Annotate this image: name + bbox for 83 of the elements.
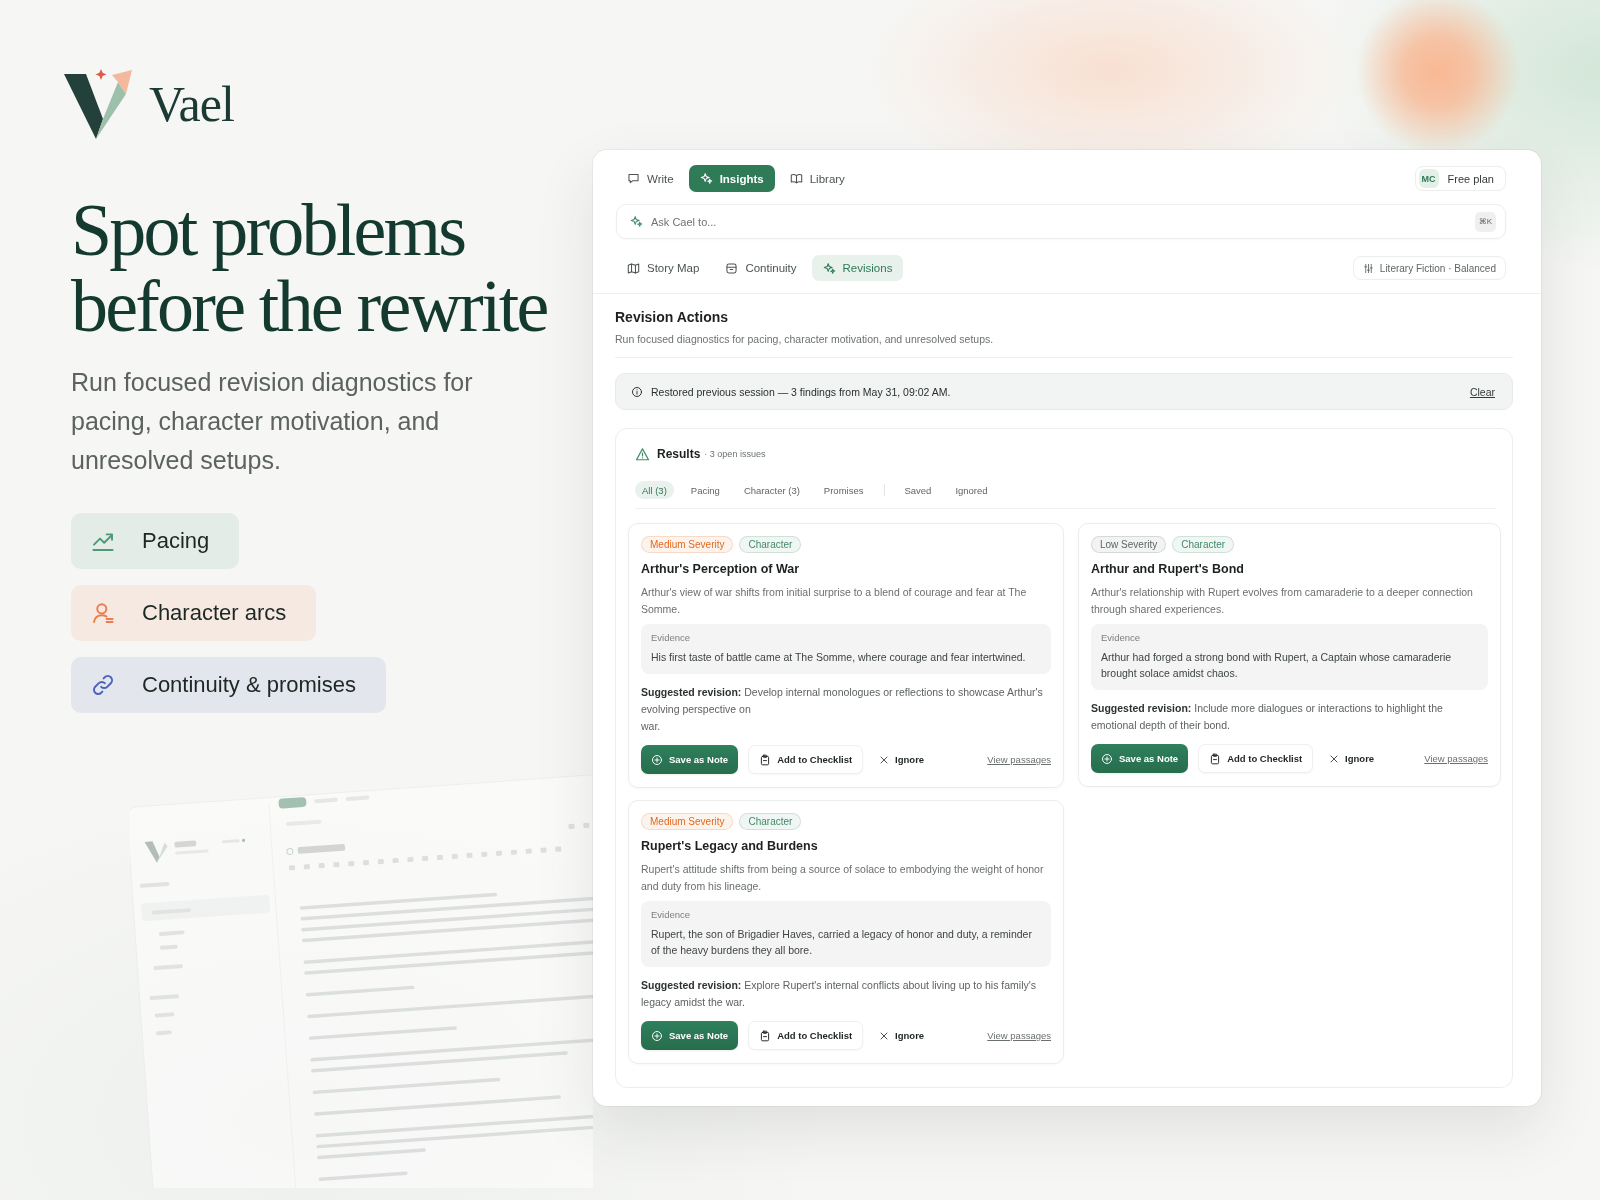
- finding-title: Arthur and Rupert's Bond: [1091, 561, 1245, 578]
- clear-link[interactable]: Clear: [1469, 385, 1495, 398]
- feature-label: Character arcs: [142, 600, 287, 626]
- nav-tab[interactable]: Insights: [688, 165, 775, 192]
- headline: Spot problems before the rewrite: [71, 192, 548, 344]
- filter-tab[interactable]: Pacing: [683, 481, 727, 499]
- clipboard-icon: [759, 1029, 772, 1042]
- warning-triangle-icon: [635, 446, 650, 462]
- info-icon: [631, 385, 643, 398]
- ask-input[interactable]: Ask Cael to...: [651, 210, 1467, 233]
- chat-bubble-icon: [627, 172, 640, 185]
- close-icon: [879, 1030, 890, 1041]
- sparkle-icon: [630, 215, 643, 228]
- view-tab[interactable]: Continuity: [714, 255, 808, 281]
- close-icon: [1329, 753, 1340, 764]
- filter-tab[interactable]: Saved: [897, 481, 939, 499]
- results-title: Results: [657, 447, 701, 461]
- clipboard-icon: [759, 753, 772, 766]
- save-note-button[interactable]: Save as Note: [641, 745, 739, 774]
- suggested-revision: Suggested revision: Develop internal monologues or reflections to showcase Arthur's evolving perspective on war.: [641, 685, 1044, 734]
- ask-field[interactable]: Ask Cael to... ⌘K: [616, 204, 1506, 239]
- finding-tag: Low Severity: [1091, 536, 1167, 553]
- add-checklist-button[interactable]: Add to Checklist: [748, 745, 864, 774]
- evidence-quote: His first taste of battle came at The Somme, where courage and fear intertwined.: [651, 650, 1027, 665]
- finding-description: Arthur's relationship with Rupert evolves from camaraderie to a deeper connection through shared experiences.: [1091, 585, 1474, 617]
- filter-tab[interactable]: Character (3): [736, 481, 807, 499]
- tagline: Run focused revision diagnostics for pacing, character motivation, and unresolved setups.: [71, 367, 474, 476]
- section-description: Run focused diagnostics for pacing, character motivation, and unresolved setups.: [615, 332, 1513, 358]
- finding-tag: Character: [739, 813, 802, 830]
- feature-label: Continuity & promises: [142, 672, 356, 698]
- plus-circle-icon: [1101, 752, 1113, 765]
- view-tab[interactable]: Story Map: [616, 255, 711, 281]
- evidence-label: Evidence: [651, 908, 692, 922]
- view-passages-link[interactable]: View passages: [987, 1030, 1051, 1041]
- results-count: · 3 open issues: [704, 449, 766, 459]
- view-passages-link[interactable]: View passages: [987, 754, 1051, 765]
- finding-tag: Medium Severity: [641, 536, 734, 553]
- preset-button[interactable]: Literary Fiction · Balanced: [1352, 256, 1506, 280]
- suggested-revision: Suggested revision: Explore Rupert's internal conflicts about living up to his family's legacy amidst the war.: [641, 978, 1037, 1010]
- brand-name: Vael: [149, 79, 234, 129]
- account-button[interactable]: MC Free plan: [1414, 166, 1506, 191]
- map-icon: [627, 261, 640, 275]
- sparkle-icon: [699, 172, 713, 185]
- user-avatar: MC: [1418, 169, 1439, 188]
- filter-tab[interactable]: Ignored: [948, 481, 995, 499]
- nav-tab[interactable]: Write: [616, 165, 685, 192]
- finding-description: Arthur's view of war shifts from initial surprise to a blend of courage and fear at The Somme.: [641, 585, 1028, 617]
- suggested-revision: Suggested revision: Include more dialogues or interactions to highlight the emotional depth of their bond.: [1091, 701, 1444, 733]
- feature-label: Pacing: [142, 528, 210, 554]
- logo-icon: [63, 69, 133, 139]
- finding-tag: Character: [739, 536, 802, 553]
- add-checklist-button[interactable]: Add to Checklist: [748, 1021, 864, 1050]
- archive-box-icon: [725, 261, 739, 275]
- finding-tag: Character: [1172, 536, 1235, 553]
- sparkle-icon: [822, 261, 836, 275]
- book-icon: [789, 172, 803, 185]
- plus-circle-icon: [651, 1029, 663, 1042]
- sliders-icon: [1362, 262, 1374, 274]
- filter-tab[interactable]: All (3): [635, 481, 674, 499]
- shortcut-key: ⌘K: [1474, 211, 1496, 232]
- add-checklist-button[interactable]: Add to Checklist: [1198, 744, 1314, 773]
- evidence-quote: Rupert, the son of Brigadier Haves, carried a legacy of honor and duty, a reminder of the heavy burdens they all bore.: [651, 927, 1033, 958]
- save-note-button[interactable]: Save as Note: [1091, 744, 1189, 773]
- finding-tag: Medium Severity: [641, 813, 734, 830]
- ignore-button[interactable]: Ignore: [873, 745, 931, 774]
- evidence-label: Evidence: [651, 631, 692, 645]
- filter-tab[interactable]: Promises: [816, 481, 871, 499]
- finding-title: Rupert's Legacy and Burdens: [641, 838, 819, 855]
- save-note-button[interactable]: Save as Note: [641, 1021, 739, 1050]
- close-icon: [879, 754, 890, 765]
- view-tab[interactable]: Revisions: [811, 255, 904, 281]
- ignore-button[interactable]: Ignore: [1323, 744, 1381, 773]
- plus-circle-icon: [651, 753, 663, 766]
- section-title: Revision Actions: [615, 308, 730, 326]
- view-passages-link[interactable]: View passages: [1424, 753, 1488, 764]
- nav-tab[interactable]: Library: [778, 165, 856, 192]
- evidence-label: Evidence: [1101, 631, 1142, 645]
- notice-text: Restored previous session — 3 findings from May 31, 09:02 AM.: [651, 385, 951, 398]
- finding-description: Rupert's attitude shifts from being a source of solace to embodying the weight of honor and duty from his lineage.: [641, 862, 1045, 894]
- clipboard-icon: [1209, 752, 1222, 765]
- ignore-button[interactable]: Ignore: [873, 1021, 931, 1050]
- evidence-quote: Arthur had forged a strong bond with Rupert, a Captain whose camaraderie brought solace amidst chaos.: [1101, 650, 1453, 681]
- finding-title: Arthur's Perception of War: [641, 561, 801, 578]
